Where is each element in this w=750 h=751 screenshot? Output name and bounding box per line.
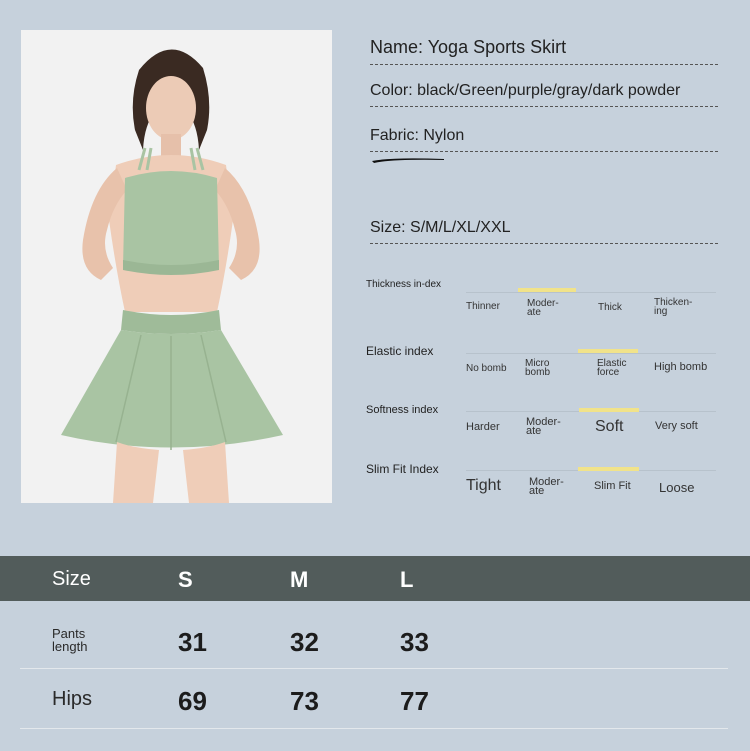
table-row-divider [20, 668, 728, 669]
softness-option-moderate: Moder-ate [526, 416, 561, 437]
softness-option-harder: Harder [466, 421, 500, 433]
divider [370, 243, 718, 244]
product-color: Color: black/Green/purple/gray/dark powd… [370, 82, 718, 107]
divider [370, 151, 718, 152]
ink-stroke-decoration [372, 158, 444, 163]
elastic-option-micro-bomb: Micro bomb [525, 358, 551, 378]
softness-index-label: Softness index [366, 404, 439, 416]
product-name: Name: Yoga Sports Skirt [370, 37, 718, 65]
slim-fit-index-label: Slim Fit Index [366, 462, 439, 476]
product-sizes: Size: S/M/L/XL/XXL [370, 219, 718, 244]
divider [370, 64, 718, 65]
size-column-s: S [178, 567, 193, 592]
thickness-option-thick: Thick [598, 302, 622, 313]
hips-l: 77 [400, 686, 429, 716]
size-column-m: M [290, 567, 309, 592]
elastic-selected-bar [578, 349, 638, 353]
thickness-index-label: Thickness in-dex [366, 279, 442, 290]
thickness-option-thickening: Thicken-ing [654, 297, 693, 317]
size-header-label: Size [52, 568, 91, 590]
row-label-pants-length: Pants length [52, 626, 88, 654]
elastic-option-no-bomb: No bomb [466, 363, 507, 374]
pants-length-m: 32 [290, 627, 319, 657]
size-column-l: L [400, 567, 414, 592]
table-row-divider [20, 728, 728, 729]
index-track [466, 292, 716, 293]
elastic-index-label: Elastic index [366, 344, 434, 358]
thickness-option-moderate: Moder-ate [527, 298, 559, 318]
slim-fit-option-moderate: Moder-ate [529, 476, 564, 497]
index-track [466, 353, 716, 354]
pants-length-s: 31 [178, 627, 207, 657]
product-photo [21, 30, 332, 503]
product-fabric: Fabric: Nylon [370, 127, 718, 152]
slim-fit-selected-bar [578, 467, 639, 471]
hips-m: 73 [290, 686, 319, 716]
slim-fit-option-loose: Loose [659, 480, 695, 495]
thickness-option-thinner: Thinner [466, 301, 500, 312]
elastic-option-elastic-force: Elastic force [597, 358, 627, 378]
slim-fit-option-tight: Tight [466, 477, 501, 494]
softness-option-soft: Soft [595, 418, 624, 435]
softness-selected-bar [579, 408, 639, 412]
thickness-selected-bar [518, 288, 576, 292]
divider [370, 106, 718, 107]
slim-fit-option-slim-fit: Slim Fit [594, 480, 631, 492]
softness-option-very-soft: Very soft [655, 420, 698, 432]
model-illustration [21, 30, 332, 503]
pants-length-l: 33 [400, 627, 429, 657]
hips-s: 69 [178, 686, 207, 716]
row-label-hips: Hips [52, 688, 93, 710]
elastic-option-high-bomb: High bomb [654, 361, 708, 373]
size-table-header: Size S M L [0, 556, 750, 601]
